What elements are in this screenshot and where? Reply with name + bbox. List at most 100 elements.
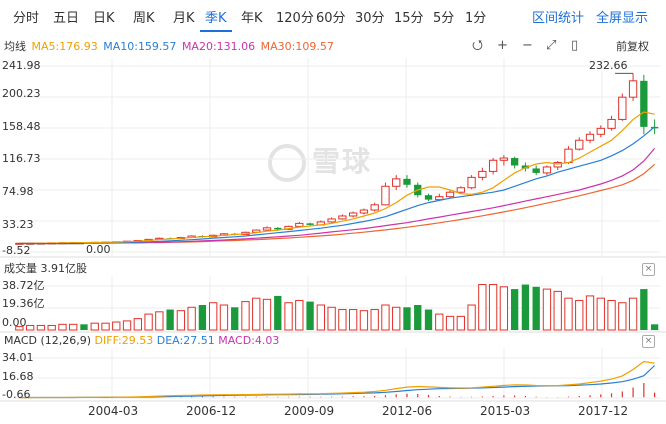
- volume-axis-label: 0.00: [2, 316, 27, 329]
- volume-bar-up: [187, 306, 196, 331]
- candle-body-down: [403, 178, 411, 185]
- volume-close-icon[interactable]: ×: [642, 263, 655, 276]
- price-axis-label: 74.98: [2, 185, 34, 198]
- volume-bar-down: [424, 309, 433, 330]
- volume-bar-down: [306, 301, 314, 330]
- volume-bar-up: [101, 322, 110, 331]
- price-axis-label: 158.48: [2, 120, 41, 133]
- candle-body-up: [488, 159, 498, 172]
- volume-bar-up: [359, 310, 369, 331]
- macd-close-icon[interactable]: ×: [642, 335, 655, 348]
- candle-body-up: [445, 191, 455, 198]
- volume-bar-up: [112, 321, 121, 331]
- volume-bar-up: [133, 318, 142, 331]
- volume-bar-up: [348, 309, 358, 331]
- candle-body-up: [596, 127, 605, 135]
- volume-bar-down: [231, 307, 239, 330]
- volume-bar-up: [262, 298, 272, 331]
- volume-bar-down: [80, 324, 88, 330]
- volume-bar-down: [166, 309, 174, 330]
- volume-bar-up: [284, 302, 293, 331]
- macd-diff: DIFF:29.53: [94, 334, 154, 347]
- candle-body-up: [370, 204, 379, 211]
- volume-bar-down: [274, 295, 282, 330]
- candle-body-down: [640, 80, 648, 127]
- volume-bar-up: [338, 309, 347, 331]
- candle-body-down: [532, 168, 540, 173]
- volume-bar-up: [241, 301, 250, 331]
- macd-legend: MACD (12,26,9) DIFF:29.53 DEA:27.51 MACD…: [4, 334, 279, 348]
- volume-bar-down: [198, 305, 207, 330]
- candle-body-up: [607, 118, 616, 129]
- volume-bar-down: [521, 284, 530, 330]
- volume-bar-down: [510, 289, 519, 330]
- candle-body-up: [338, 215, 347, 220]
- volume-bar-down: [640, 289, 648, 330]
- volume-bar-up: [596, 297, 605, 331]
- candle-body-up: [327, 218, 336, 223]
- volume-bar-up: [252, 297, 261, 331]
- volume-bar-up: [488, 284, 498, 331]
- volume-bar-up: [607, 299, 616, 331]
- candle-body-up: [542, 166, 552, 174]
- price-axis-label: 241.98: [2, 59, 41, 72]
- max-price-marker: 232.66: [589, 59, 628, 72]
- macd-value: MACD:4.03: [218, 334, 280, 347]
- macd-diff-line: [19, 360, 655, 399]
- volume-bar-up: [585, 295, 595, 331]
- candle-body-up: [564, 148, 573, 164]
- candle-body-up: [499, 157, 509, 161]
- volume-bar-up: [176, 310, 186, 331]
- price-axis-label: 33.23: [2, 218, 34, 231]
- volume-bar-up: [435, 313, 444, 331]
- volume-bar-down: [650, 324, 659, 330]
- volume-bar-up: [467, 304, 476, 331]
- candle-body-up: [359, 209, 369, 214]
- candle-body-up: [478, 170, 487, 178]
- volume-bar-down: [414, 305, 422, 330]
- volume-bar-up: [25, 324, 35, 331]
- volume-bar-up: [209, 302, 218, 331]
- candle-body-up: [392, 178, 401, 187]
- volume-bar-up: [370, 309, 379, 331]
- candle-body-up: [467, 176, 476, 189]
- candle-body-up: [575, 139, 584, 150]
- volume-bar-up: [69, 323, 78, 331]
- volume-bar-up: [542, 288, 552, 331]
- volume-bar-up: [499, 286, 509, 331]
- candle-body-up: [381, 185, 390, 206]
- volume-bar-up: [392, 306, 401, 331]
- volume-bar-down: [403, 307, 411, 330]
- candle-body-up: [585, 133, 595, 141]
- volume-bar-up: [122, 320, 132, 331]
- price-axis-label: 116.73: [2, 152, 41, 165]
- volume-bar-up: [155, 311, 164, 331]
- volume-axis-label: 19.36亿: [2, 297, 45, 310]
- candle-body-down: [510, 158, 519, 166]
- date-label: 2017-12: [578, 404, 629, 418]
- candle-body-up: [262, 227, 272, 231]
- volume-bar-up: [316, 304, 326, 331]
- volume-bar-up: [295, 299, 304, 331]
- volume-bar-up: [381, 304, 390, 331]
- volume-bar-up: [36, 324, 46, 331]
- min-price-marker: 0.00: [86, 243, 111, 256]
- ma5-line: [19, 111, 655, 244]
- candle-body-down: [306, 223, 314, 225]
- date-label: 2012-06: [382, 404, 433, 418]
- candle-body-up: [435, 196, 444, 201]
- date-label: 2004-03: [88, 404, 139, 418]
- price-axis-label: -8.52: [2, 244, 31, 257]
- candle-body-down: [274, 227, 282, 230]
- date-label: 2009-09: [284, 404, 335, 418]
- ma10-line: [19, 126, 655, 244]
- stock-chart[interactable]: [0, 0, 666, 424]
- candle-body-up: [628, 80, 638, 98]
- volume-title: 成交量 3.91亿股: [4, 262, 87, 275]
- volume-bar-up: [553, 290, 562, 331]
- macd-axis-label: 16.68: [2, 370, 34, 383]
- volume-bar-up: [564, 297, 573, 331]
- date-label: 2015-03: [480, 404, 531, 418]
- candle-body-up: [348, 212, 358, 217]
- volume-bar-up: [327, 306, 336, 331]
